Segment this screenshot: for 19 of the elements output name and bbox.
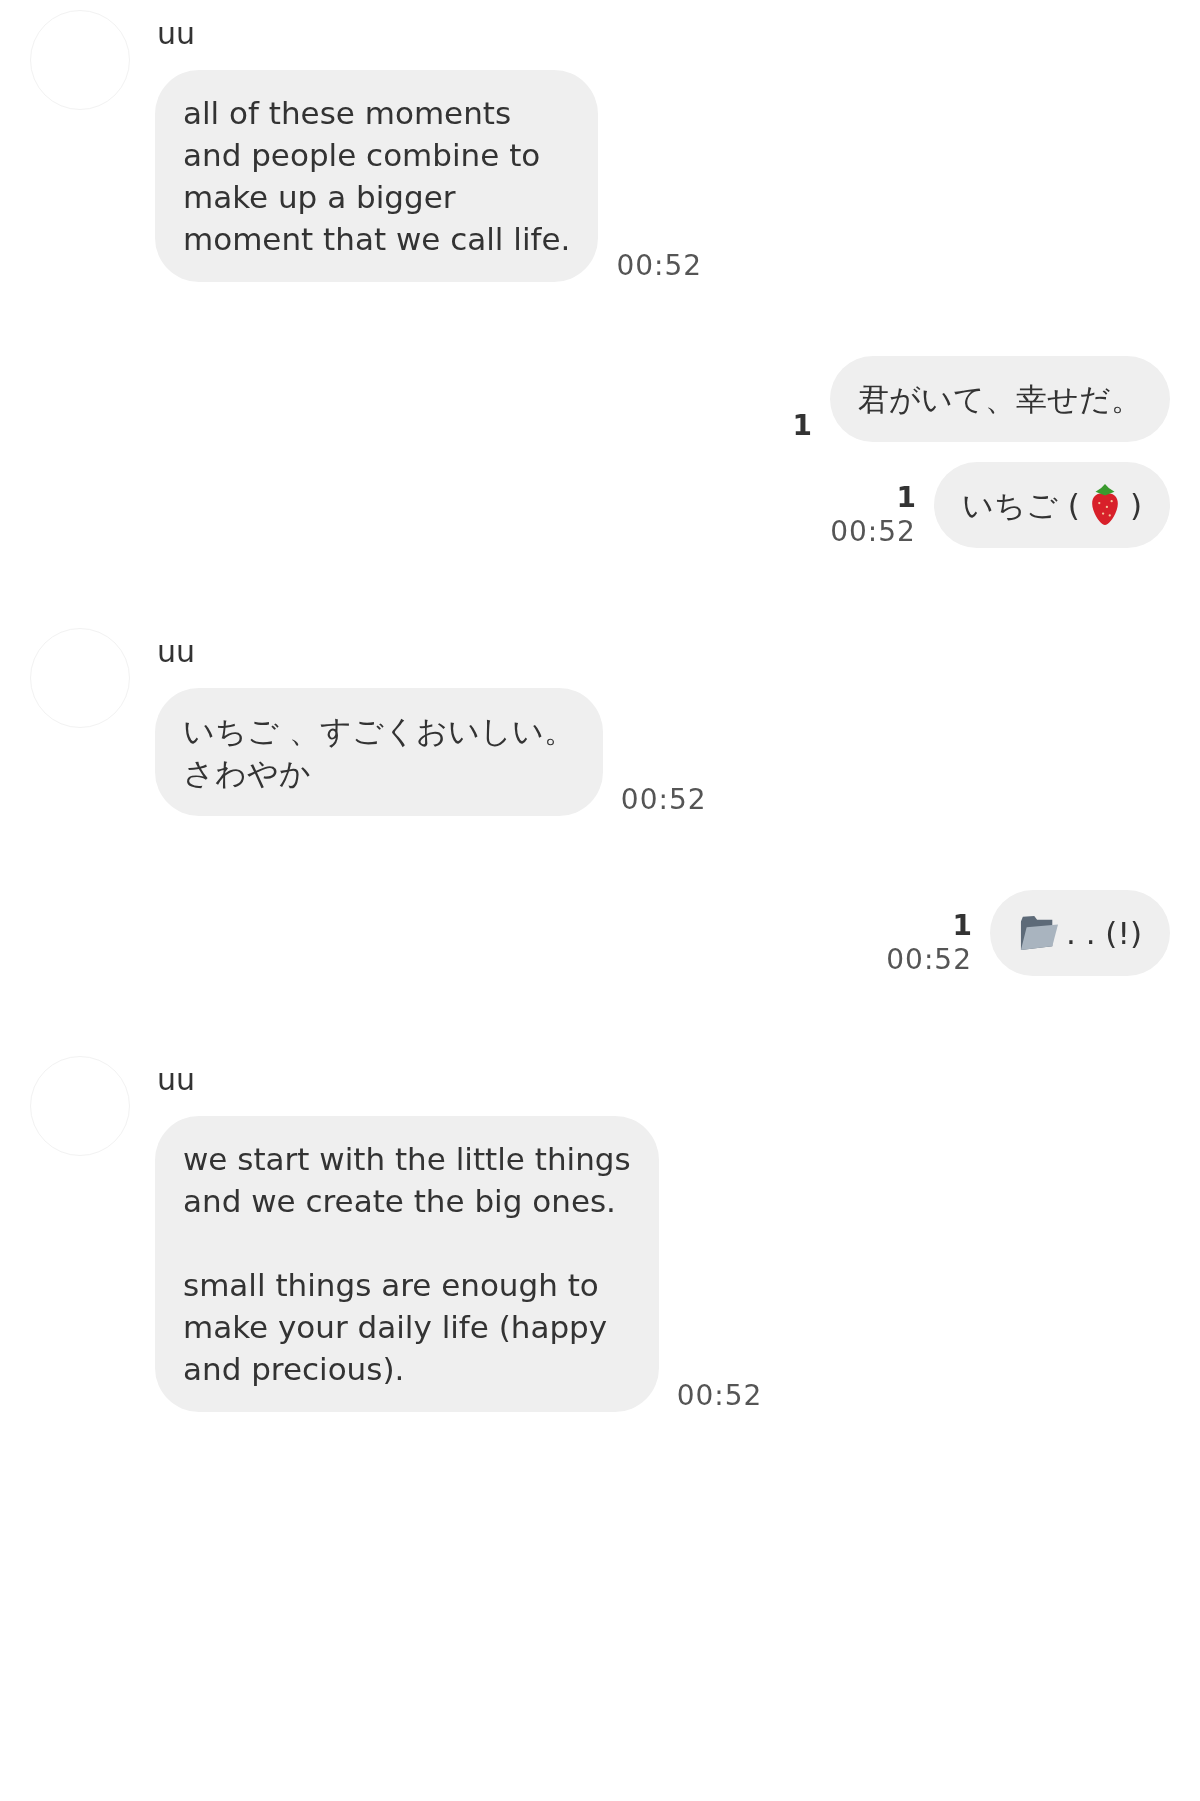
sender-name: uu [157, 15, 196, 53]
read-count: 1 [896, 482, 916, 514]
message-time: 00:52 [676, 1380, 763, 1412]
message-text: ) [1129, 486, 1142, 525]
message-text: いちご 、すごくおいしい。 [183, 712, 575, 751]
sender-name: uu [157, 1061, 196, 1099]
message-time: 00:52 [620, 784, 707, 816]
message-time: 00:52 [616, 250, 703, 282]
message-text: all of these moments and people combine to make up a bigger moment that we call life. [183, 94, 571, 259]
read-count: 1 [792, 410, 812, 442]
message-text: 君がいて、幸せだ。 [858, 380, 1142, 419]
message-time: 00:52 [830, 516, 916, 548]
message-text: . . (!) [1065, 914, 1142, 953]
message-text: we start with the little things and we create the big ones. small things are enough to make your daily life (happy and precious). [183, 1140, 631, 1389]
message-text: さわやか [183, 754, 312, 793]
message-text: いちご ( [961, 486, 1080, 525]
read-count: 1 [952, 910, 972, 942]
sender-name: uu [157, 633, 196, 671]
message-time: 00:52 [886, 944, 972, 976]
